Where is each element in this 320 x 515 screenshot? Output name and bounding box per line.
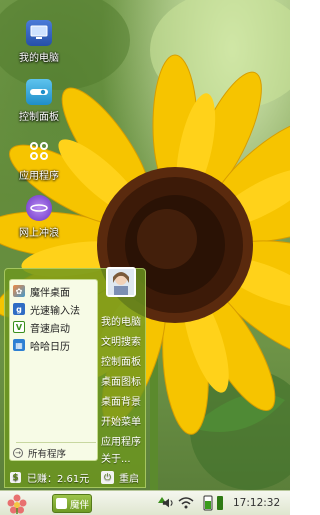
moban-desktop-icon: ✿: [13, 285, 25, 297]
start-menu-item-input-method[interactable]: g 光速输入法: [13, 301, 80, 317]
menu-control-panel[interactable]: 控制面板: [101, 353, 141, 368]
start-menu: ✿ 魔伴桌面 g 光速输入法 V 音速启动 ▦ 哈哈日历 → 所有程序 我的电脑…: [4, 267, 146, 488]
moban-app-icon: [56, 498, 67, 509]
taskbar: 魔伴 17:12:32: [0, 490, 290, 515]
start-menu-item-label: 音速启动: [30, 323, 70, 335]
start-menu-item-moban-desktop[interactable]: ✿ 魔伴桌面: [13, 283, 70, 299]
desktop-icon-browser[interactable]: 网上冲浪: [8, 195, 70, 239]
wifi-icon[interactable]: [178, 496, 194, 509]
start-button[interactable]: [6, 493, 28, 514]
earnings-display: $ 已赚：2.61元: [10, 470, 89, 485]
menu-desktop-background[interactable]: 桌面背景: [101, 393, 141, 408]
menu-about[interactable]: 关于...: [101, 450, 131, 465]
start-menu-item-calendar[interactable]: ▦ 哈哈日历: [13, 337, 70, 353]
arrow-right-icon: →: [13, 448, 23, 458]
user-avatar[interactable]: [106, 267, 136, 297]
money-icon: $: [10, 472, 21, 483]
browser-icon: [26, 195, 52, 221]
all-programs-label: 所有程序: [28, 449, 67, 460]
input-method-icon: g: [13, 303, 25, 315]
battery-icon: [200, 495, 216, 511]
menu-applications[interactable]: 应用程序: [101, 433, 141, 448]
menu-search[interactable]: 文明搜索: [101, 333, 141, 348]
start-menu-item-label: 光速输入法: [30, 305, 80, 317]
restart-label: 重启: [119, 474, 139, 485]
divider: [16, 442, 96, 443]
taskbar-app-moban[interactable]: 魔伴: [52, 494, 92, 513]
start-menu-item-launcher[interactable]: V 音速启动: [13, 319, 70, 335]
start-menu-item-label: 魔伴桌面: [30, 287, 70, 299]
power-icon: ⏻: [101, 471, 114, 484]
clock: 17:12:32: [233, 497, 281, 509]
desktop-icon-label: 控制面板: [19, 112, 59, 123]
menu-start-menu[interactable]: 开始菜单: [101, 413, 141, 428]
restart-button[interactable]: ⏻ 重启: [101, 470, 139, 485]
menu-desktop-icons[interactable]: 桌面图标: [101, 373, 141, 388]
control-panel-icon: [26, 79, 52, 105]
calendar-icon: ▦: [13, 339, 25, 351]
desktop-icon-my-computer[interactable]: 我的电脑: [8, 20, 70, 64]
volume-icon[interactable]: [158, 497, 176, 509]
earnings-label: 已赚：2.61元: [27, 474, 90, 485]
desktop-icon-apps[interactable]: 应用程序: [8, 138, 70, 182]
signal-icon: [215, 495, 225, 511]
taskbar-app-label: 魔伴: [70, 499, 90, 511]
desktop-icon-label: 应用程序: [19, 171, 59, 182]
start-menu-item-label: 哈哈日历: [30, 341, 70, 353]
desktop-icon-label: 我的电脑: [19, 53, 59, 64]
computer-icon: [26, 20, 52, 46]
menu-my-computer[interactable]: 我的电脑: [101, 313, 141, 328]
flower-start-icon: [7, 494, 27, 514]
launcher-icon: V: [13, 321, 25, 333]
desktop-icon-label: 网上冲浪: [19, 228, 59, 239]
desktop-icon-control-panel[interactable]: 控制面板: [8, 79, 70, 123]
apps-icon: [26, 138, 52, 164]
start-menu-programs-panel: ✿ 魔伴桌面 g 光速输入法 V 音速启动 ▦ 哈哈日历 → 所有程序: [9, 279, 98, 461]
all-programs-button[interactable]: → 所有程序: [13, 446, 66, 460]
